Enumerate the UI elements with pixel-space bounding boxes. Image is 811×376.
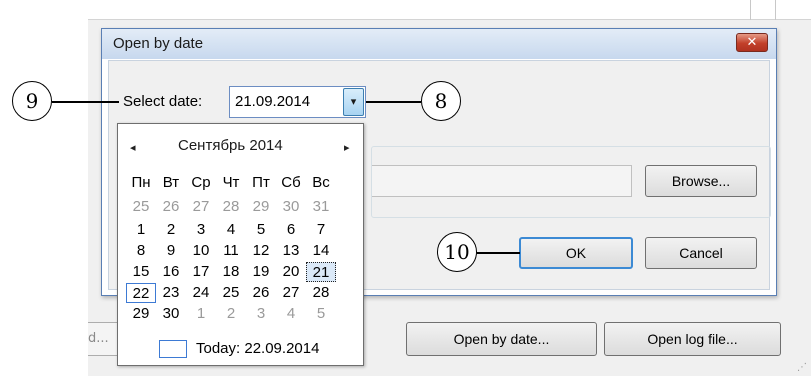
ok-button[interactable]: OK: [519, 237, 633, 269]
calendar-day[interactable]: 3: [246, 304, 276, 324]
callout-10-leader: [477, 252, 520, 254]
calendar-day[interactable]: 4: [276, 304, 306, 324]
dialog-title: Open by date: [113, 35, 204, 52]
calendar-day[interactable]: 29: [126, 304, 156, 324]
calendar-day[interactable]: 6: [276, 220, 306, 240]
date-picker-field[interactable]: 21.09.2014 ▾: [229, 86, 366, 118]
callout-8: 8: [421, 81, 461, 121]
weekday-label: Пт: [252, 174, 270, 191]
weekday-label: Ср: [191, 174, 211, 191]
calendar-day[interactable]: 16: [156, 262, 186, 282]
file-path-field[interactable]: [372, 165, 632, 197]
calendar-day[interactable]: 14: [306, 241, 336, 261]
calendar-day[interactable]: 23: [156, 283, 186, 303]
calendar-day[interactable]: 30: [156, 304, 186, 324]
calendar-day[interactable]: 18: [216, 262, 246, 282]
calendar-day[interactable]: 22: [126, 283, 156, 303]
resize-grip-icon[interactable]: ⋰: [797, 362, 807, 373]
calendar-day[interactable]: 24: [186, 283, 216, 303]
today-link[interactable]: Today: 22.09.2014: [196, 340, 319, 357]
calendar-day[interactable]: 2: [156, 220, 186, 240]
calendar-day[interactable]: 29: [246, 197, 276, 217]
calendar-popup: ◂ Сентябрь 2014 ▸ Пн Вт Ср Чт Пт Сб Вс 25 26 27 2…: [117, 123, 364, 366]
calendar-day[interactable]: 30: [276, 197, 306, 217]
callout-9-leader: [52, 101, 119, 103]
calendar-day[interactable]: 19: [246, 262, 276, 282]
weekday-label: Пн: [131, 174, 151, 191]
calendar-day[interactable]: 17: [186, 262, 216, 282]
weekday-label: Вт: [162, 174, 180, 191]
open-log-file-label: Open log file...: [647, 331, 738, 347]
parent-path-field[interactable]: d...: [88, 322, 118, 356]
calendar-day[interactable]: 25: [126, 197, 156, 217]
parent-top-strip: [88, 0, 811, 20]
calendar-day[interactable]: 8: [126, 241, 156, 261]
weekday-label: Чт: [222, 174, 240, 191]
calendar-day[interactable]: 5: [306, 304, 336, 324]
calendar-day[interactable]: 28: [216, 197, 246, 217]
calendar-day[interactable]: 2: [216, 304, 246, 324]
callout-10: 10: [437, 232, 477, 272]
weekday-label: Сб: [281, 174, 301, 191]
browse-button[interactable]: Browse...: [645, 165, 757, 197]
select-date-label: Select date:: [123, 93, 203, 110]
next-month-icon[interactable]: ▸: [344, 141, 350, 154]
dialog-titlebar[interactable]: Open by date ✕: [102, 29, 776, 59]
calendar-day[interactable]: 28: [306, 283, 336, 303]
weekday-label: Вс: [312, 174, 330, 191]
calendar-day[interactable]: 3: [186, 220, 216, 240]
calendar-day[interactable]: 31: [306, 197, 336, 217]
parent-path-text: d...: [88, 331, 109, 346]
calendar-day[interactable]: 12: [246, 241, 276, 261]
calendar-day[interactable]: 13: [276, 241, 306, 261]
chevron-down-icon: ▾: [350, 95, 357, 108]
ok-label: OK: [565, 245, 587, 261]
calendar-day[interactable]: 5: [246, 220, 276, 240]
calendar-day[interactable]: 1: [126, 220, 156, 240]
calendar-day[interactable]: 27: [276, 283, 306, 303]
open-log-file-button[interactable]: Open log file...: [604, 322, 781, 356]
date-value: 21.09.2014: [235, 93, 311, 110]
prev-month-icon[interactable]: ◂: [130, 141, 136, 154]
close-icon: ✕: [746, 35, 758, 50]
calendar-day[interactable]: 26: [246, 283, 276, 303]
calendar-month-title[interactable]: Сентябрь 2014: [178, 137, 283, 154]
calendar-day[interactable]: 21: [306, 262, 336, 282]
close-button[interactable]: ✕: [736, 33, 768, 52]
open-by-date-button[interactable]: Open by date...: [406, 322, 597, 356]
calendar-day[interactable]: 15: [126, 262, 156, 282]
calendar-day[interactable]: 27: [186, 197, 216, 217]
callout-8-number: 8: [434, 89, 448, 113]
calendar-day[interactable]: 4: [216, 220, 246, 240]
calendar-day[interactable]: 26: [156, 197, 186, 217]
open-by-date-label: Open by date...: [453, 331, 550, 347]
cancel-button[interactable]: Cancel: [645, 237, 757, 269]
callout-9-number: 9: [25, 89, 39, 113]
calendar-day[interactable]: 1: [186, 304, 216, 324]
calendar-day[interactable]: 20: [276, 262, 306, 282]
callout-10-number: 10: [444, 240, 470, 264]
browse-label: Browse...: [671, 173, 731, 189]
date-dropdown-button[interactable]: ▾: [343, 88, 364, 116]
calendar-day[interactable]: 10: [186, 241, 216, 261]
callout-9: 9: [12, 81, 52, 121]
today-marker[interactable]: [159, 340, 187, 358]
calendar-day[interactable]: 7: [306, 220, 336, 240]
callout-8-leader: [366, 101, 421, 103]
parent-divider: [775, 0, 776, 20]
calendar-day[interactable]: 9: [156, 241, 186, 261]
parent-divider: [750, 0, 751, 20]
calendar-day[interactable]: 25: [216, 283, 246, 303]
cancel-label: Cancel: [679, 245, 723, 261]
calendar-day[interactable]: 11: [216, 241, 246, 261]
